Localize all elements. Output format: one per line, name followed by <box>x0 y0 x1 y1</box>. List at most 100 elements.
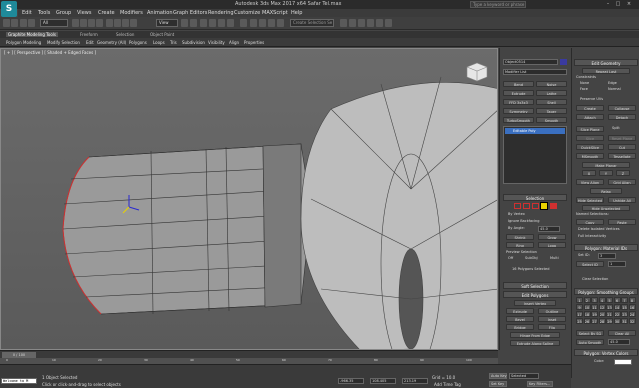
schematic-view-icon[interactable] <box>349 19 356 27</box>
sg-button[interactable]: 7 <box>621 297 628 303</box>
ribbon-loops[interactable]: Loops <box>153 40 165 45</box>
grid-align-button[interactable]: Grid Align <box>608 179 636 185</box>
slice-button[interactable]: Slice <box>576 135 604 141</box>
scale-icon[interactable] <box>122 19 129 27</box>
menu-maxscript[interactable]: MAXScript <box>262 10 288 16</box>
mirror-icon[interactable] <box>250 19 257 27</box>
pivot-icon[interactable] <box>181 19 188 27</box>
unlink-icon[interactable] <box>28 19 35 27</box>
tab-selection[interactable]: Selection <box>116 32 134 37</box>
move-icon[interactable] <box>106 19 113 27</box>
set-key-button[interactable]: Set Key <box>489 381 507 387</box>
planar-z-button[interactable]: Z <box>616 170 630 176</box>
create-button[interactable]: Create <box>576 105 604 111</box>
quickslice-button[interactable]: QuickSlice <box>576 144 604 150</box>
sg-button[interactable]: 5 <box>606 297 613 303</box>
selected-set-select[interactable]: Selected <box>509 373 539 379</box>
shrink-button[interactable]: Shrink <box>506 234 534 240</box>
angle-snap-icon[interactable] <box>209 19 216 27</box>
ribbon-align[interactable]: Align <box>229 40 239 45</box>
attach-button[interactable]: Attach <box>576 114 604 120</box>
layers-icon[interactable] <box>268 19 275 27</box>
clear-all-button[interactable]: Clear All <box>608 330 636 336</box>
selection-filter-select[interactable]: All <box>40 19 68 27</box>
select-object-icon[interactable] <box>72 19 79 27</box>
scene-explorer-icon[interactable] <box>277 19 284 27</box>
detach-button[interactable]: Detach <box>608 114 636 120</box>
outline-button[interactable]: Outline <box>538 308 566 314</box>
material-editor-icon[interactable] <box>358 19 365 27</box>
sg-button[interactable]: 1 <box>576 297 583 303</box>
time-slider[interactable]: 0 / 100 <box>0 350 498 358</box>
z-coord-field[interactable]: 213.19 <box>402 378 428 384</box>
bevel-button[interactable]: Bevel <box>506 316 534 322</box>
maximize-icon[interactable]: □ <box>614 1 622 8</box>
modifier-list-select[interactable]: Modifier List <box>503 69 567 75</box>
sg-button[interactable]: 9 <box>576 304 583 310</box>
msmooth-button[interactable]: MSmooth <box>576 153 604 159</box>
auto-key-button[interactable]: Auto Key <box>489 373 507 379</box>
menu-edit[interactable]: Edit <box>22 10 32 16</box>
menu-help[interactable]: Help <box>291 10 302 16</box>
menu-views[interactable]: Views <box>77 10 91 16</box>
search-input[interactable]: Type a keyword or phrase <box>470 1 526 8</box>
object-name-field[interactable]: Object0514 <box>503 59 558 65</box>
sg-button[interactable]: 31 <box>621 318 628 324</box>
hide-selected-button[interactable]: Hide Selected <box>576 197 604 203</box>
object-color-swatch[interactable] <box>560 59 567 65</box>
bend-button[interactable]: Bend <box>503 81 534 87</box>
symmetry-button[interactable]: Symmetry <box>503 108 534 114</box>
stack-item-editable-poly[interactable]: Editable Poly <box>505 128 565 134</box>
sg-button[interactable]: 21 <box>606 311 613 317</box>
edit-polygons-rollout[interactable]: Edit Polygons <box>503 291 567 298</box>
sg-button[interactable]: 26 <box>583 318 591 324</box>
select-by-name-icon[interactable] <box>80 19 87 27</box>
constraint-edge-radio[interactable]: Edge <box>608 81 617 86</box>
ribbon-tris[interactable]: Tris <box>170 40 177 45</box>
turbosmooth-button[interactable]: TurboSmooth <box>503 117 534 123</box>
tab-graphite-modeling[interactable]: Graphite Modeling Tools <box>6 32 59 37</box>
reset-plane-button[interactable]: Reset Plane <box>608 135 636 141</box>
y-coord-field[interactable]: 108.405 <box>370 378 396 384</box>
menu-modifiers[interactable]: Modifiers <box>120 10 143 16</box>
sg-button[interactable]: 29 <box>606 318 613 324</box>
preserve-uvs-checkbox[interactable]: Preserve UVs <box>580 97 603 102</box>
ring-button[interactable]: Ring <box>506 242 534 248</box>
ribbon-polygon-modeling[interactable]: Polygon Modeling <box>6 40 41 45</box>
hide-unselected-button[interactable]: Hide Unselected <box>582 205 630 211</box>
lathe-button[interactable]: Lathe <box>536 90 567 96</box>
sg-button[interactable]: 8 <box>628 297 636 303</box>
planar-x-button[interactable]: X <box>582 170 596 176</box>
tessellate-button[interactable]: Tessellate <box>608 153 636 159</box>
copy-button[interactable]: Copy <box>576 219 604 225</box>
percent-snap-icon[interactable] <box>218 19 225 27</box>
vertex-color-swatch[interactable] <box>614 359 632 365</box>
sg-button[interactable]: 22 <box>613 311 621 317</box>
sg-button[interactable]: 19 <box>591 311 598 317</box>
rect-selection-icon[interactable] <box>88 19 95 27</box>
noise-button[interactable]: Noise <box>536 81 567 87</box>
inset-button[interactable]: Inset <box>538 316 566 322</box>
menu-graph-editors[interactable]: Graph Editors <box>173 10 207 16</box>
hinge-from-edge-button[interactable]: Hinge From Edge <box>510 332 560 338</box>
app-logo-icon[interactable]: S <box>1 1 17 17</box>
selection-set-select[interactable]: Create Selection Se <box>290 19 334 27</box>
preview-off-radio[interactable]: Off <box>508 256 513 261</box>
taper-button[interactable]: Taper <box>536 108 567 114</box>
by-vertex-checkbox[interactable]: By Vertex <box>508 212 525 217</box>
border-mode-icon[interactable] <box>532 203 539 209</box>
sg-button[interactable]: 4 <box>598 297 606 303</box>
sg-button[interactable]: 18 <box>583 311 591 317</box>
tab-object-paint[interactable]: Object Paint <box>150 32 174 37</box>
ignore-backfacing-checkbox[interactable]: Ignore Backfacing <box>508 219 539 224</box>
preview-multi-radio[interactable]: Multi <box>550 256 559 261</box>
ffd-button[interactable]: FFD 3x3x3 <box>503 99 534 105</box>
smoothing-groups-rollout[interactable]: Polygon: Smoothing Groups <box>574 288 638 295</box>
edit-geometry-rollout[interactable]: Edit Geometry <box>574 59 638 66</box>
menu-tools[interactable]: Tools <box>38 10 50 16</box>
split-checkbox[interactable]: Split <box>612 126 620 131</box>
sg-button[interactable]: 24 <box>628 311 636 317</box>
sg-button[interactable]: 12 <box>598 304 606 310</box>
flip-button[interactable]: Flip <box>538 324 566 330</box>
window-crossing-icon[interactable] <box>96 19 103 27</box>
